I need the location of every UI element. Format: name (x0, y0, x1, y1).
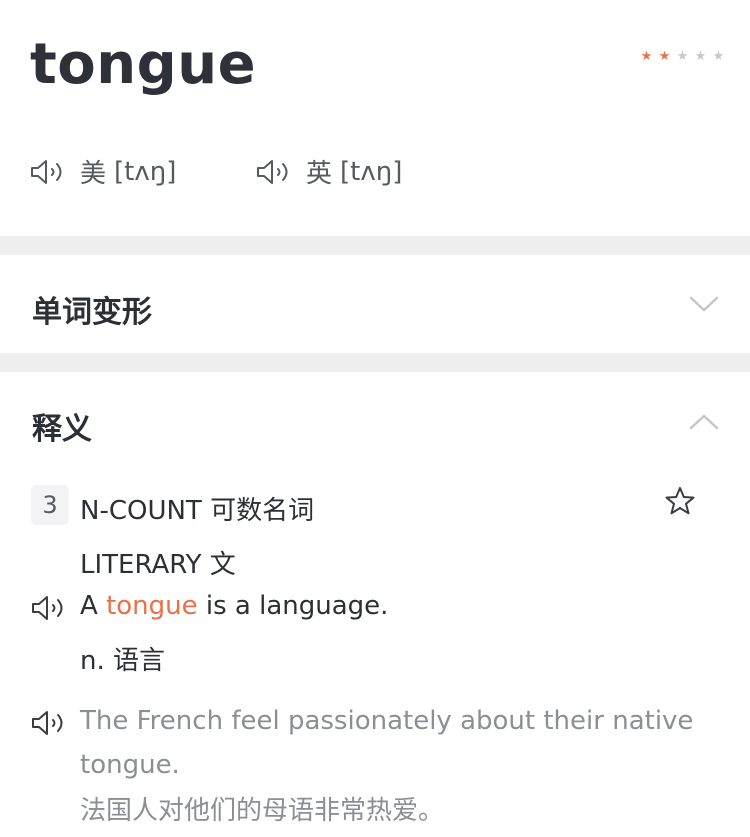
example-translation: 法国人对他们的母语非常热爱。 (80, 796, 445, 826)
example-sentence: The French feel passionately about their… (80, 706, 694, 780)
pronunciation-us[interactable]: 美 [tʌŋ] (30, 153, 176, 190)
pronunciation-uk[interactable]: 英 [tʌŋ] (256, 153, 402, 190)
star-filled-icon: ★ (640, 49, 653, 64)
pronunciation-ipa: [tʌŋ] (340, 156, 403, 187)
speaker-icon[interactable] (30, 159, 72, 185)
pronunciation-ipa: [tʌŋ] (114, 156, 177, 187)
section-divider (0, 236, 750, 255)
star-empty-icon: ★ (712, 49, 725, 64)
sense-definition: A tongue is a language. (80, 591, 388, 621)
definitions-section-header[interactable]: 释义 (0, 372, 750, 468)
pronunciation-region: 英 (306, 159, 333, 189)
definition-text: is a language. (197, 591, 389, 621)
chevron-up-icon[interactable] (689, 413, 719, 431)
section-divider (0, 353, 750, 372)
pronunciation-region: 美 (80, 159, 107, 189)
sense-number: 3 (31, 485, 69, 525)
sense-grammar: N-COUNT 可数名词 (80, 496, 315, 526)
star-outline-icon[interactable] (664, 486, 696, 516)
difficulty-rating: ★ ★ ★ ★ ★ (639, 49, 726, 64)
sense-register: LITERARY 文 (80, 550, 236, 580)
sense-translation: n. 语言 (80, 646, 166, 676)
speaker-icon[interactable] (256, 159, 298, 185)
star-empty-icon: ★ (694, 49, 707, 64)
definition-text: A (80, 591, 107, 621)
inflections-section-header[interactable]: 单词变形 (0, 255, 750, 353)
speaker-icon[interactable] (31, 595, 73, 621)
chevron-down-icon[interactable] (689, 295, 719, 313)
definition-headword: tongue (106, 591, 198, 621)
section-title: 单词变形 (32, 295, 152, 330)
star-filled-icon: ★ (658, 49, 671, 64)
headword: tongue (30, 32, 257, 97)
speaker-icon[interactable] (31, 710, 73, 736)
star-empty-icon: ★ (676, 49, 689, 64)
section-title: 释义 (32, 412, 92, 447)
